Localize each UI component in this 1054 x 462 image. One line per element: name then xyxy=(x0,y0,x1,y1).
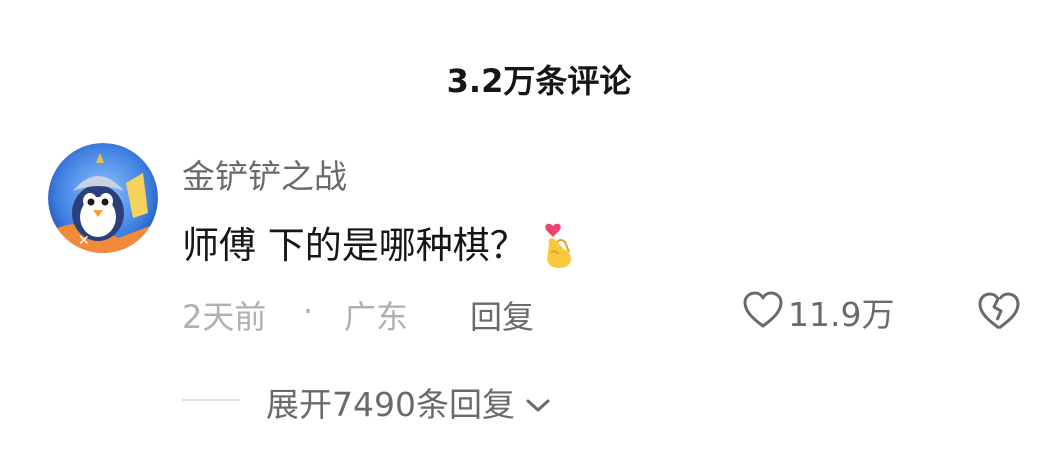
broken-heart-icon xyxy=(976,292,1022,338)
comment-body: 师傅 下的是哪种棋？ xyxy=(182,224,527,267)
comment-time: 2天前 xyxy=(182,298,267,336)
expand-replies-button[interactable]: 展开7490条回复 xyxy=(266,378,551,426)
comment-text: 师傅 下的是哪种棋？ xyxy=(182,215,579,279)
meta-separator: · xyxy=(303,292,314,330)
finger-heart-emoji xyxy=(539,222,579,279)
dislike-button[interactable] xyxy=(976,290,1022,334)
avatar[interactable]: ✕ xyxy=(48,143,158,253)
chevron-down-icon xyxy=(525,383,551,422)
comment-location: 广东 xyxy=(344,298,409,336)
expand-replies-label: 展开7490条回复 xyxy=(266,385,515,424)
username[interactable]: 金铲铲之战 xyxy=(182,150,347,198)
avatar-penguin-image: ✕ xyxy=(48,143,158,253)
reply-button[interactable]: 回复 xyxy=(470,292,534,338)
like-button[interactable]: 11.9万 xyxy=(742,290,894,334)
replies-divider xyxy=(182,399,240,401)
like-count: 11.9万 xyxy=(788,295,895,334)
heart-outline-icon xyxy=(742,290,784,334)
comments-count-title: 3.2万条评论 xyxy=(446,62,632,100)
svg-text:✕: ✕ xyxy=(78,233,90,249)
